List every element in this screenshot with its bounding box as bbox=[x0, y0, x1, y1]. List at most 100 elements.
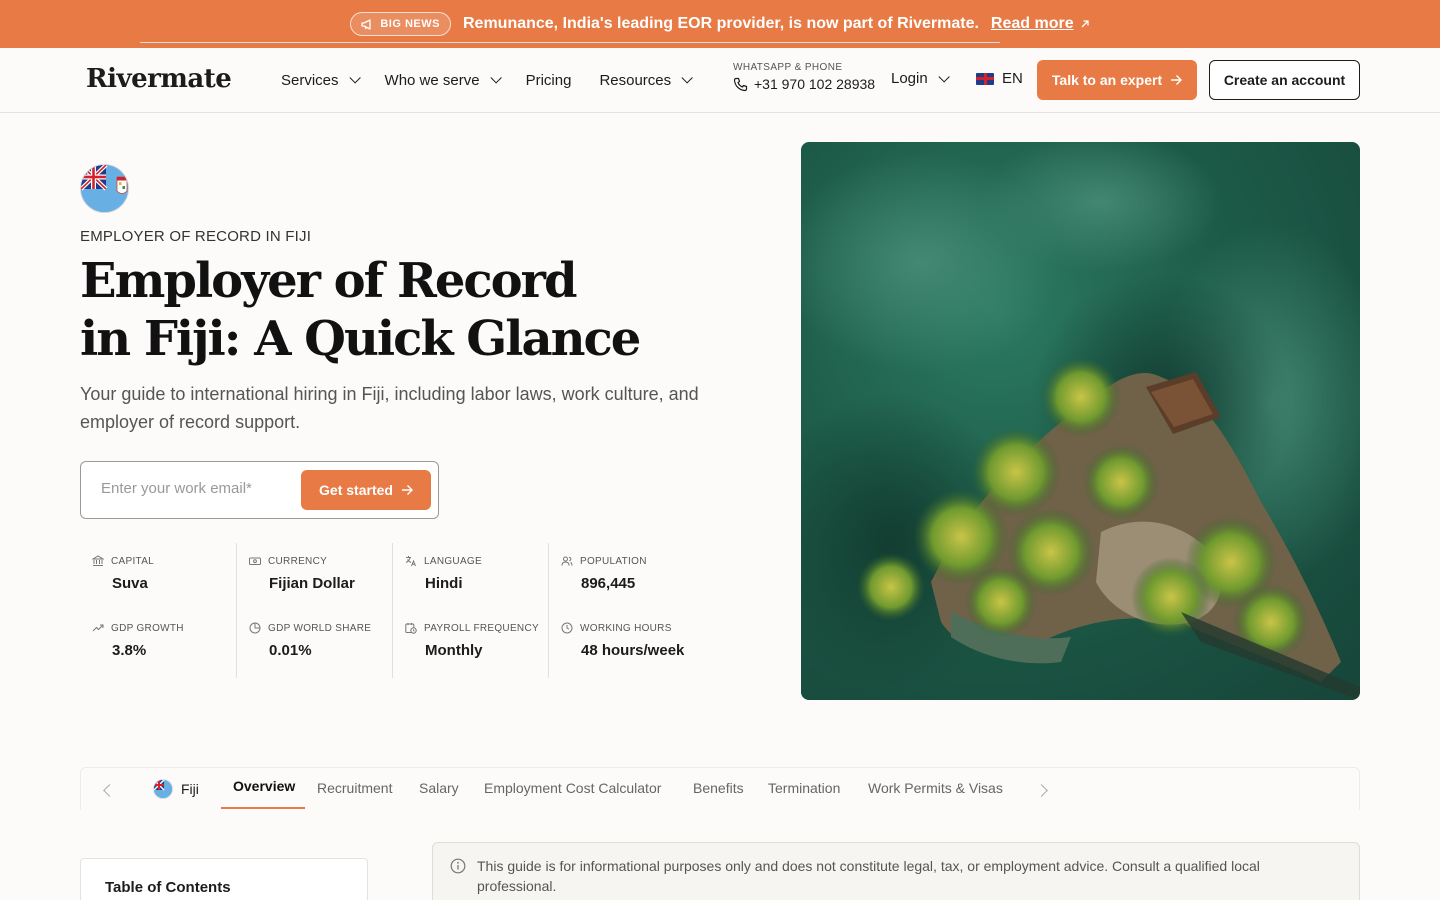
stat-label: GDP WORLD SHARE bbox=[268, 622, 372, 634]
button-label: Talk to an expert bbox=[1051, 72, 1163, 88]
chevron-right-icon bbox=[1034, 783, 1048, 797]
chevron-down-icon bbox=[938, 70, 950, 83]
clock-icon bbox=[561, 622, 573, 634]
info-icon bbox=[450, 858, 466, 874]
stat-column: LANGUAGE Hindi PAYROLL FREQUENCY Monthly bbox=[392, 543, 548, 678]
stat-value: Monthly bbox=[425, 642, 483, 659]
stat-capital: CAPITAL Suva bbox=[92, 555, 154, 592]
talk-to-expert-button[interactable]: Talk to an expert bbox=[1037, 60, 1197, 100]
stat-gdp-world-share: GDP WORLD SHARE 0.01% bbox=[249, 622, 371, 659]
disclaimer-notice: This guide is for informational purposes… bbox=[432, 842, 1360, 900]
stat-value: Fijian Dollar bbox=[269, 575, 355, 592]
announcement-text: Remunance, India's leading EOR provider,… bbox=[462, 15, 979, 32]
nav-label: Pricing bbox=[525, 71, 572, 89]
login-menu[interactable]: Login bbox=[891, 70, 950, 87]
users-icon bbox=[561, 556, 573, 566]
calendar-clock-icon bbox=[405, 623, 417, 634]
stat-value: 48 hours/week bbox=[581, 642, 685, 659]
badge-label: BIG NEWS bbox=[380, 18, 440, 30]
fiji-flag-icon bbox=[153, 779, 173, 799]
title-line-2: in Fiji: A Quick Glance bbox=[80, 311, 641, 367]
nav-who-we-serve[interactable]: Who we serve bbox=[384, 71, 502, 89]
stat-label: POPULATION bbox=[580, 555, 647, 567]
page-title: Employer of Record in Fiji: A Quick Glan… bbox=[80, 252, 720, 368]
language-selector[interactable]: EN bbox=[976, 70, 1023, 87]
tab-salary[interactable]: Salary bbox=[419, 780, 459, 796]
phone-number: +31 970 102 28938 bbox=[754, 76, 876, 92]
external-arrow-icon bbox=[1081, 20, 1089, 28]
nav-label: Who we serve bbox=[384, 71, 480, 89]
title-line-1: Employer of Record bbox=[80, 253, 578, 309]
stat-column: CAPITAL Suva GDP GROWTH 3.8% bbox=[80, 543, 236, 678]
stat-label: PAYROLL FREQUENCY bbox=[424, 622, 539, 634]
tabs-divider bbox=[140, 42, 1000, 43]
stat-population: POPULATION 896,445 bbox=[561, 555, 647, 592]
tab-recruitment[interactable]: Recruitment bbox=[317, 780, 392, 796]
nav-resources[interactable]: Resources bbox=[599, 71, 693, 89]
country-stats: CAPITAL Suva GDP GROWTH 3.8% CURRENCY Fi… bbox=[80, 543, 704, 678]
stat-value: 3.8% bbox=[112, 642, 147, 659]
button-label: Get started bbox=[319, 482, 393, 498]
stat-column: CURRENCY Fijian Dollar GDP WORLD SHARE 0… bbox=[236, 543, 392, 678]
tab-employment-cost-calculator[interactable]: Employment Cost Calculator bbox=[484, 780, 661, 796]
active-tab-indicator bbox=[221, 807, 305, 809]
hero-eyebrow: EMPLOYER OF RECORD IN FIJI bbox=[80, 228, 312, 245]
get-started-button[interactable]: Get started bbox=[301, 470, 431, 510]
chevron-down-icon bbox=[348, 72, 361, 84]
stat-value: Hindi bbox=[425, 575, 463, 592]
email-signup-form: Get started bbox=[80, 461, 439, 519]
create-account-button[interactable]: Create an account bbox=[1209, 60, 1360, 100]
stat-gdp-growth: GDP GROWTH 3.8% bbox=[92, 622, 184, 659]
stat-language: LANGUAGE Hindi bbox=[405, 555, 482, 592]
translate-icon bbox=[405, 556, 416, 567]
tab-country-label: Fiji bbox=[181, 781, 199, 797]
phone-icon bbox=[733, 77, 748, 91]
read-more-link[interactable]: Read more bbox=[991, 15, 1090, 33]
rivermate-logo[interactable]: Rivermate bbox=[86, 64, 232, 94]
tab-termination[interactable]: Termination bbox=[768, 780, 840, 796]
stat-label: LANGUAGE bbox=[424, 555, 482, 567]
fiji-flag-icon bbox=[80, 164, 129, 213]
nav-services[interactable]: Services bbox=[281, 71, 361, 89]
contact-label: WHATSAPP & PHONE bbox=[733, 62, 843, 73]
stat-label: GDP GROWTH bbox=[111, 622, 184, 634]
stat-label: WORKING HOURS bbox=[580, 622, 672, 634]
work-email-input[interactable] bbox=[101, 480, 281, 497]
stat-value: Suva bbox=[112, 575, 148, 592]
pie-chart-icon bbox=[249, 622, 261, 634]
tabs-scroll-right-button[interactable] bbox=[1031, 780, 1051, 800]
main-nav: Services Who we serve Pricing Resources bbox=[281, 48, 693, 112]
stat-value: 896,445 bbox=[581, 575, 636, 592]
trend-up-icon bbox=[92, 624, 104, 632]
nav-label: Services bbox=[281, 71, 339, 89]
nav-label: Resources bbox=[599, 71, 672, 89]
chevron-down-icon bbox=[681, 72, 693, 84]
hero-subtitle: Your guide to international hiring in Fi… bbox=[80, 384, 699, 432]
hero-aerial-island-image bbox=[801, 142, 1360, 700]
site-header: Rivermate Services Who we serve Pricing … bbox=[0, 48, 1440, 113]
banknote-icon bbox=[249, 557, 261, 565]
stat-value: 0.01% bbox=[269, 642, 312, 659]
megaphone-icon bbox=[361, 18, 372, 30]
tabs-scroll-left-button[interactable] bbox=[99, 780, 119, 800]
tab-benefits[interactable]: Benefits bbox=[693, 780, 744, 796]
tab-work-permits-visas[interactable]: Work Permits & Visas bbox=[868, 780, 1003, 796]
read-more-label: Read more bbox=[990, 15, 1074, 32]
stat-label: CURRENCY bbox=[268, 555, 328, 567]
contact-block: WHATSAPP & PHONE +31 970 102 28938 bbox=[733, 62, 875, 92]
nav-pricing[interactable]: Pricing bbox=[526, 72, 572, 89]
stat-payroll-frequency: PAYROLL FREQUENCY Monthly bbox=[405, 622, 539, 659]
arrow-right-icon bbox=[401, 485, 413, 495]
stat-working-hours: WORKING HOURS 48 hours/week bbox=[561, 622, 684, 659]
phone-link[interactable]: +31 970 102 28938 bbox=[733, 76, 875, 92]
button-label: Create an account bbox=[1223, 72, 1346, 88]
uk-flag-icon bbox=[976, 72, 994, 85]
arrow-right-icon bbox=[1171, 75, 1183, 85]
tab-country-fiji[interactable]: Fiji bbox=[153, 779, 199, 799]
bank-icon bbox=[92, 555, 104, 566]
stat-label: CAPITAL bbox=[111, 555, 155, 567]
big-news-badge: BIG NEWS bbox=[350, 12, 451, 36]
chevron-down-icon bbox=[490, 72, 502, 84]
toc-title: Table of Contents bbox=[105, 879, 231, 896]
tab-overview[interactable]: Overview bbox=[233, 778, 295, 794]
